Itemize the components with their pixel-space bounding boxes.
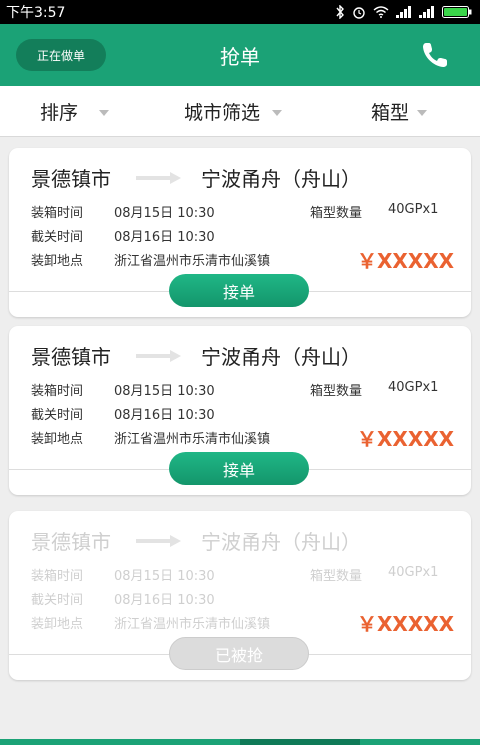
location-value: 浙江省温州市乐清市仙溪镇 xyxy=(114,617,271,632)
bottom-bar xyxy=(0,739,480,745)
status-icons xyxy=(335,5,480,19)
price: ￥XXXXX xyxy=(357,612,455,636)
cutoff-time-label: 截关时间 xyxy=(31,593,84,608)
page-title: 抢单 xyxy=(220,44,260,69)
alarm-icon xyxy=(353,7,365,19)
load-time-value: 08月15日 10:30 xyxy=(114,384,215,399)
filter-bar: 排序 城市筛选 箱型 xyxy=(0,86,480,137)
price: ￥XXXXX xyxy=(357,249,455,273)
filter-sort[interactable]: 排序 xyxy=(40,86,110,136)
origin-city: 景德镇市 xyxy=(31,345,111,369)
phone-icon[interactable] xyxy=(420,40,450,70)
signal-icon-1 xyxy=(396,6,411,18)
order-card: 景德镇市 宁波甬舟（舟山） 装箱时间 08月15日 10:30 箱型数量 40G… xyxy=(9,326,471,495)
container-qty-value: 40GPx1 xyxy=(388,202,439,217)
location-label: 装卸地点 xyxy=(31,254,84,269)
price: ￥XXXXX xyxy=(357,427,455,451)
battery-icon xyxy=(442,6,472,18)
app-header: 正在做单 抢单 xyxy=(0,24,480,86)
route: 景德镇市 宁波甬舟（舟山） xyxy=(31,163,451,193)
origin-city: 景德镇市 xyxy=(31,167,111,191)
filter-container-type[interactable]: 箱型 xyxy=(371,86,428,136)
container-qty-value: 40GPx1 xyxy=(388,380,439,395)
status-time: 下午3:57 xyxy=(6,5,66,21)
cutoff-time-label: 截关时间 xyxy=(31,408,84,423)
wifi-icon xyxy=(373,6,389,18)
signal-icon-2 xyxy=(419,6,434,18)
status-bar: 下午3:57 xyxy=(0,0,480,24)
route: 景德镇市 宁波甬舟（舟山） xyxy=(31,526,451,556)
chevron-down-icon xyxy=(417,109,428,116)
accept-order-button[interactable]: 接单 xyxy=(169,452,309,485)
destination-city: 宁波甬舟（舟山） xyxy=(201,345,361,369)
cutoff-time-label: 截关时间 xyxy=(31,230,84,245)
route-arrow-icon xyxy=(136,172,181,184)
location-label: 装卸地点 xyxy=(31,617,84,632)
filter-sort-label: 排序 xyxy=(40,101,79,124)
load-time-label: 装箱时间 xyxy=(31,384,84,399)
order-card: 景德镇市 宁波甬舟（舟山） 装箱时间 08月15日 10:30 箱型数量 40G… xyxy=(9,511,471,680)
accept-order-button[interactable]: 接单 xyxy=(169,274,309,307)
load-time-value: 08月15日 10:30 xyxy=(114,206,215,221)
route-arrow-icon xyxy=(136,350,181,362)
route: 景德镇市 宁波甬舟（舟山） xyxy=(31,341,451,371)
bluetooth-icon xyxy=(336,5,344,19)
route-arrow-icon xyxy=(136,535,181,547)
container-qty-value: 40GPx1 xyxy=(388,565,439,580)
chevron-down-icon xyxy=(99,109,110,116)
filter-container-type-label: 箱型 xyxy=(371,101,410,124)
destination-city: 宁波甬舟（舟山） xyxy=(201,167,361,191)
cutoff-time-value: 08月16日 10:30 xyxy=(114,593,215,608)
bottom-bar-indicator xyxy=(240,739,360,745)
location-value: 浙江省温州市乐清市仙溪镇 xyxy=(114,432,271,447)
destination-city: 宁波甬舟（舟山） xyxy=(201,530,361,554)
container-qty-label: 箱型数量 xyxy=(310,206,363,221)
container-qty-label: 箱型数量 xyxy=(310,569,363,584)
load-time-label: 装箱时间 xyxy=(31,569,84,584)
filter-city[interactable]: 城市筛选 xyxy=(184,86,283,136)
location-label: 装卸地点 xyxy=(31,432,84,447)
order-taken-button: 已被抢 xyxy=(169,637,309,670)
container-qty-label: 箱型数量 xyxy=(310,384,363,399)
filter-city-label: 城市筛选 xyxy=(184,101,261,124)
origin-city: 景德镇市 xyxy=(31,530,111,554)
cutoff-time-value: 08月16日 10:30 xyxy=(114,230,215,245)
in-progress-orders-button[interactable]: 正在做单 xyxy=(16,39,106,71)
cutoff-time-value: 08月16日 10:30 xyxy=(114,408,215,423)
load-time-label: 装箱时间 xyxy=(31,206,84,221)
location-value: 浙江省温州市乐清市仙溪镇 xyxy=(114,254,271,269)
chevron-down-icon xyxy=(272,109,283,116)
order-card: 景德镇市 宁波甬舟（舟山） 装箱时间 08月15日 10:30 箱型数量 40G… xyxy=(9,148,471,317)
load-time-value: 08月15日 10:30 xyxy=(114,569,215,584)
